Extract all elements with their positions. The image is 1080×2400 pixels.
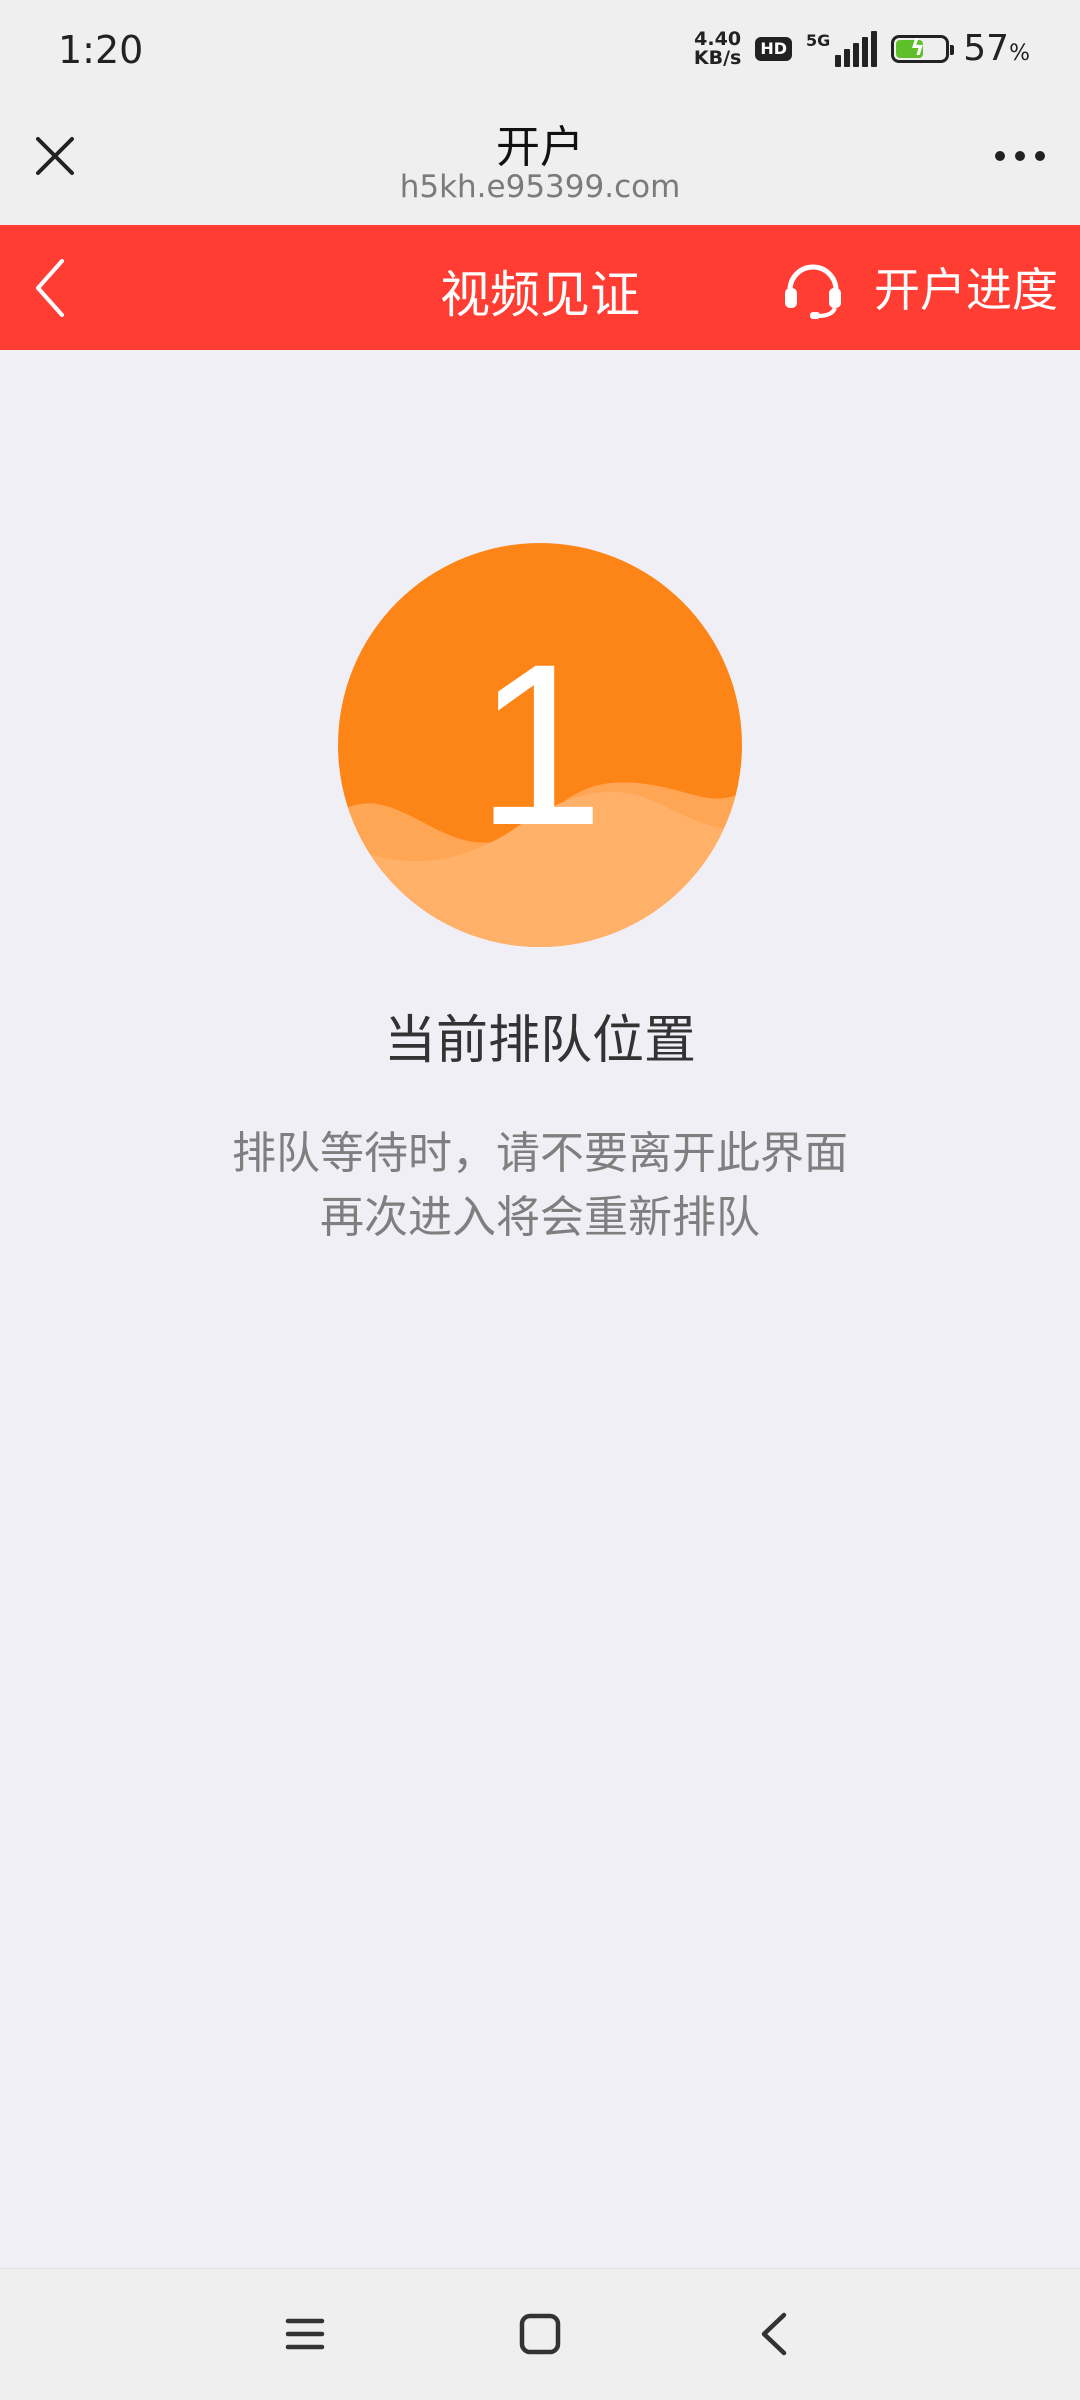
nav-menu-button[interactable] [280,2309,330,2359]
status-icons: 4.40 KB/s HD 5G ϟ 57% [694,28,1030,69]
headset-icon [785,264,841,319]
battery-icon: ϟ [891,34,955,63]
battery-percent: 57% [963,28,1030,69]
queue-notice-line2: 再次进入将会重新排队 [320,1192,760,1243]
page-title: 开户 [496,122,584,173]
account-progress-label: 开户进度 [874,263,1058,317]
more-horizontal-icon [995,151,1045,161]
chevron-left-icon [36,259,64,317]
app-header: 视频见证 开户进度 [0,225,1080,350]
signal-icon: 5G [806,30,878,67]
network-type: 5G [806,30,831,50]
queue-notice-line1: 排队等待时，请不要离开此界面 [232,1128,848,1179]
queue-position-number: 1 [476,616,604,873]
net-speed-value: 4.40 [694,27,742,50]
status-time: 1:20 [58,28,144,72]
status-bar: 1:20 4.40 KB/s HD 5G ϟ 57% [0,0,1080,105]
queue-position-indicator: 1 [338,543,742,947]
nav-back-button[interactable] [750,2309,800,2359]
more-button[interactable] [990,141,1050,171]
browser-title-bar: 开户 h5kh.e95399.com [0,105,1080,225]
account-progress-button[interactable]: 开户进度 [780,251,1058,323]
net-speed: 4.40 KB/s [693,27,742,69]
nav-home-button[interactable] [515,2309,565,2359]
back-button[interactable] [30,255,70,321]
page-url: h5kh.e95399.com [399,169,681,205]
hd-icon: HD [755,36,793,61]
charging-icon: ϟ [910,35,925,61]
queue-notice: 排队等待时，请不要离开此界面 再次进入将会重新排队 [0,1122,1080,1250]
queue-position-label: 当前排队位置 [383,1011,696,1071]
menu-icon [285,2318,325,2350]
home-square-icon [519,2313,561,2355]
system-navigation-bar [0,2268,1080,2400]
screen: 1:20 4.40 KB/s HD 5G ϟ 57% 开户 h5kh.e9539… [0,0,1080,2400]
back-chevron-icon [761,2312,787,2356]
net-speed-unit: KB/s [693,46,742,69]
